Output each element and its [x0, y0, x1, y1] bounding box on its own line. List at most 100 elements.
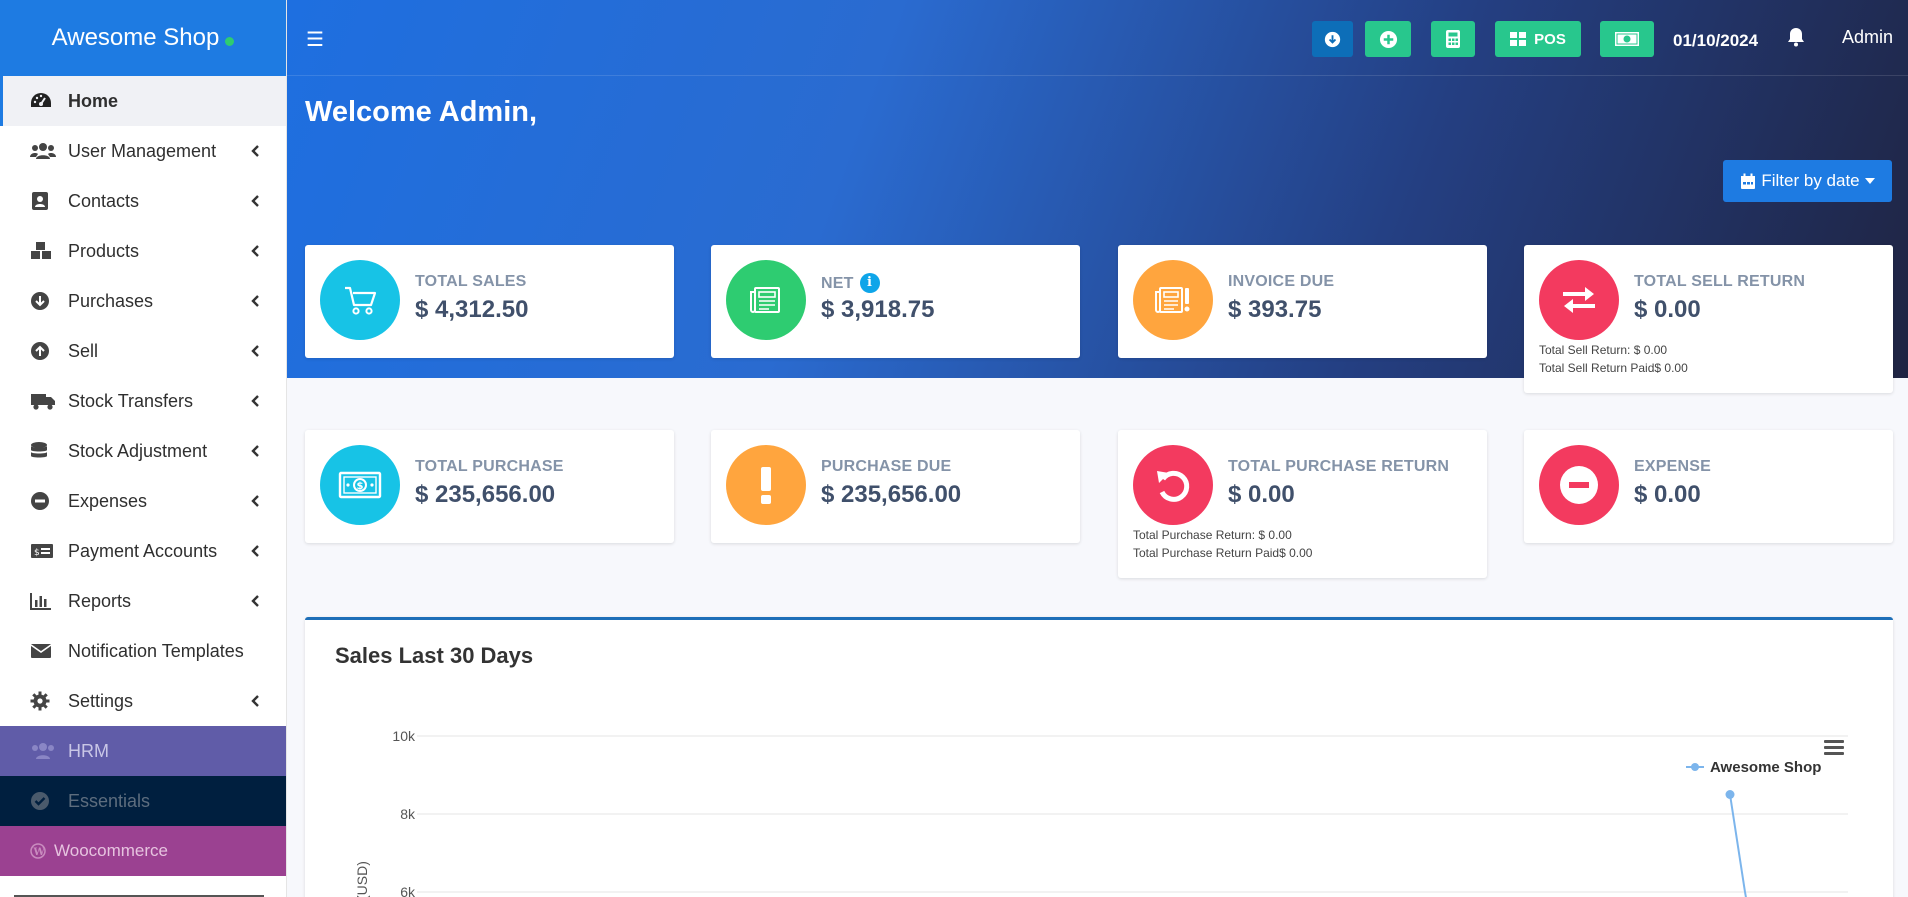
y-axis-label: (USD) [354, 861, 370, 897]
sidebar-item-expenses[interactable]: Expenses [0, 476, 286, 526]
stat-title: INVOICE DUE [1228, 273, 1335, 290]
money-bill-icon: $ [320, 445, 400, 525]
series-line-tail [1744, 891, 1747, 897]
sidebar-item-stock-transfers[interactable]: Stock Transfers [0, 376, 286, 426]
stat-value: $ 235,656.00 [821, 481, 962, 508]
calendar-icon [1741, 173, 1756, 189]
filter-by-date-button[interactable]: Filter by date [1723, 160, 1892, 202]
cash-register-button[interactable] [1600, 21, 1654, 57]
arrow-circle-down-icon [30, 290, 56, 312]
sidebar-item-home[interactable]: Home [0, 76, 286, 126]
sidebar-item-label: Reports [68, 590, 132, 611]
stat-value: $ 0.00 [1228, 481, 1295, 508]
stat-value: $ 4,312.50 [415, 296, 529, 323]
menu-toggle-icon[interactable]: ☰ [306, 27, 324, 52]
stat-card-total-sales: TOTAL SALES $ 4,312.50 [305, 245, 674, 358]
stat-card-total-purchase: $ TOTAL PURCHASE $ 235,656.00 [305, 430, 674, 543]
sidebar: Awesome Shop Home User Management Contac… [0, 0, 287, 897]
sidebar-item-label: Essentials [68, 790, 151, 811]
stat-title: NET i [821, 273, 880, 293]
sidebar-item-products[interactable]: Products [0, 226, 286, 276]
sales-line-chart: 10k 8k 6k (USD) Awesome Shop [354, 728, 1848, 897]
shopping-cart-icon [320, 260, 400, 340]
calculator-icon [1446, 30, 1460, 48]
sidebar-item-label: Stock Adjustment [68, 440, 208, 461]
info-icon[interactable]: i [859, 273, 880, 293]
stat-card-net: NET i $ 3,918.75 [711, 245, 1080, 358]
bell-icon[interactable] [1787, 27, 1805, 52]
arrow-circle-down-icon [1324, 31, 1341, 47]
user-menu[interactable]: Admin [1842, 27, 1893, 48]
invoice-due-icon [1133, 260, 1213, 340]
sidebar-item-essentials[interactable]: Essentials [0, 776, 286, 826]
sidebar-item-stock-adjustment[interactable]: Stock Adjustment [0, 426, 286, 476]
chevron-left-icon [251, 445, 259, 457]
sidebar-item-label: Products [68, 240, 140, 261]
chart-context-menu-icon[interactable] [1823, 738, 1845, 761]
sidebar-menu: Home User Management Contacts Products P… [0, 76, 286, 876]
sidebar-item-woocommerce[interactable]: W Woocommerce [0, 826, 286, 876]
add-button[interactable] [1365, 21, 1411, 57]
svg-text:$: $ [34, 548, 40, 558]
stat-card-invoice-due: INVOICE DUE $ 393.75 [1118, 245, 1487, 358]
pos-button[interactable]: POS [1495, 21, 1581, 57]
stat-card-purchase-due: PURCHASE DUE $ 235,656.00 [711, 430, 1080, 543]
stat-card-total-sell-return: TOTAL SELL RETURN $ 0.00 Total Sell Retu… [1524, 245, 1893, 393]
envelope-icon [30, 640, 56, 662]
stat-title: PURCHASE DUE [821, 458, 952, 475]
brand[interactable]: Awesome Shop [0, 0, 286, 76]
sidebar-item-label: Payment Accounts [68, 540, 218, 561]
sidebar-item-hrm[interactable]: HRM [0, 726, 286, 776]
top-navbar: ☰ POS 01/10/2024 Admin [287, 0, 1908, 76]
legend-marker [1691, 763, 1699, 771]
stat-title: EXPENSE [1634, 458, 1711, 475]
minus-circle-icon [30, 490, 56, 512]
online-status-dot [225, 36, 235, 46]
chevron-left-icon [251, 195, 259, 207]
chevron-left-icon [251, 495, 259, 507]
sidebar-item-label: Woocommerce [54, 841, 168, 860]
sidebar-item-payment-accounts[interactable]: $ Payment Accounts [0, 526, 286, 576]
newspaper-icon [726, 260, 806, 340]
brand-name: Awesome Shop [51, 24, 220, 51]
series-line [1729, 794, 1746, 893]
sidebar-item-label: Notification Templates [68, 640, 244, 661]
money-bill-icon [1615, 32, 1639, 46]
sidebar-item-user-management[interactable]: User Management [0, 126, 286, 176]
sidebar-item-purchases[interactable]: Purchases [0, 276, 286, 326]
database-icon [30, 440, 56, 462]
bar-chart-icon [30, 590, 56, 612]
data-point [1725, 790, 1735, 799]
dashboard-icon [30, 90, 56, 112]
sidebar-item-contacts[interactable]: Contacts [0, 176, 286, 226]
stat-title: TOTAL PURCHASE [415, 458, 564, 475]
download-button[interactable] [1312, 21, 1353, 57]
stat-title: TOTAL SELL RETURN [1634, 273, 1806, 290]
chevron-left-icon [251, 395, 259, 407]
chevron-left-icon [251, 245, 259, 257]
check-circle-icon [30, 790, 56, 812]
sidebar-item-notification-templates[interactable]: Notification Templates [0, 626, 286, 676]
th-large-icon [1510, 32, 1527, 46]
sidebar-item-label: Home [68, 90, 119, 111]
stat-title: TOTAL SALES [415, 273, 527, 290]
exchange-icon [1539, 260, 1619, 340]
exclamation-icon [726, 445, 806, 525]
y-tick-label: 8k [400, 806, 416, 822]
sidebar-item-settings[interactable]: Settings [0, 676, 286, 726]
users-icon [30, 140, 56, 162]
stat-value: $ 393.75 [1228, 296, 1322, 323]
stat-title-text: NET [821, 275, 854, 292]
sidebar-item-label: User Management [68, 140, 217, 161]
address-book-icon [30, 190, 56, 212]
sidebar-item-sell[interactable]: Sell [0, 326, 286, 376]
chevron-left-icon [251, 145, 259, 157]
sidebar-item-label: HRM [68, 740, 109, 761]
welcome-heading: Welcome Admin, [305, 96, 538, 128]
sidebar-item-reports[interactable]: Reports [0, 576, 286, 626]
pos-label: POS [1534, 30, 1566, 48]
calculator-button[interactable] [1431, 21, 1475, 57]
stat-value: $ 0.00 [1634, 481, 1701, 508]
stat-subline: Total Purchase Return: $ 0.00 [1133, 528, 1292, 542]
sales-chart-panel: Sales Last 30 Days 10k 8k 6k (USD) Awesome S… [305, 617, 1893, 897]
